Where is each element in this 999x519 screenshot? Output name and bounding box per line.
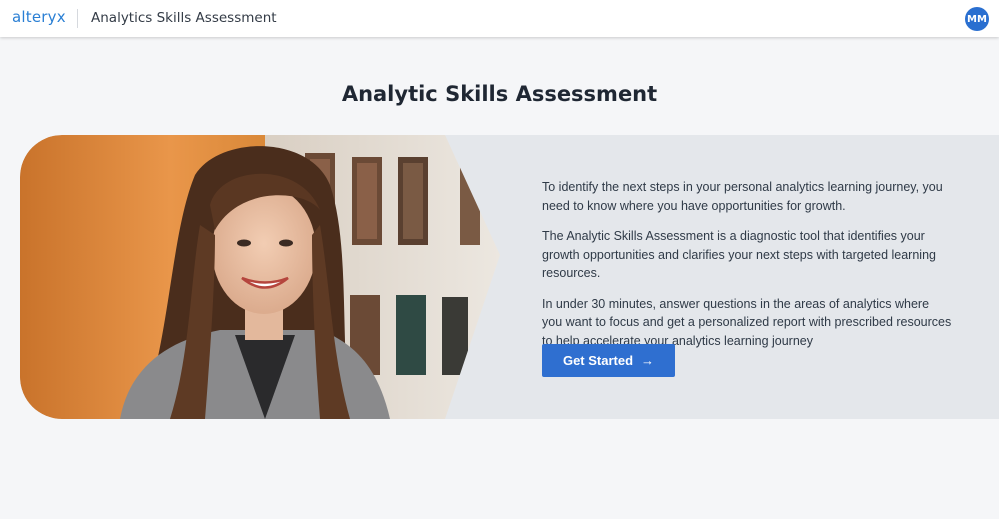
app-title: Analytics Skills Assessment bbox=[91, 10, 277, 26]
intro-paragraph: To identify the next steps in your perso… bbox=[542, 180, 943, 213]
get-started-button[interactable]: Get Started → bbox=[542, 344, 675, 377]
woman-portrait-image bbox=[20, 135, 500, 419]
get-started-label: Get Started bbox=[562, 353, 634, 368]
top-bar: alteryx Analytics Skills Assessment MM bbox=[0, 0, 999, 37]
arrow-right-icon: → bbox=[641, 353, 655, 368]
instructions-paragraph: In under 30 minutes, answer questions in… bbox=[542, 296, 952, 348]
description-paragraph: The Analytic Skills Assessment is a diag… bbox=[542, 229, 936, 280]
hero-photo bbox=[20, 135, 500, 419]
page-title: Analytic Skills Assessment bbox=[341, 82, 658, 106]
intro-text: To identify the next steps in your perso… bbox=[542, 178, 952, 362]
alteryx-logo[interactable]: alteryx bbox=[12, 8, 66, 26]
user-avatar[interactable]: MM bbox=[965, 7, 989, 31]
header-divider bbox=[77, 9, 78, 28]
